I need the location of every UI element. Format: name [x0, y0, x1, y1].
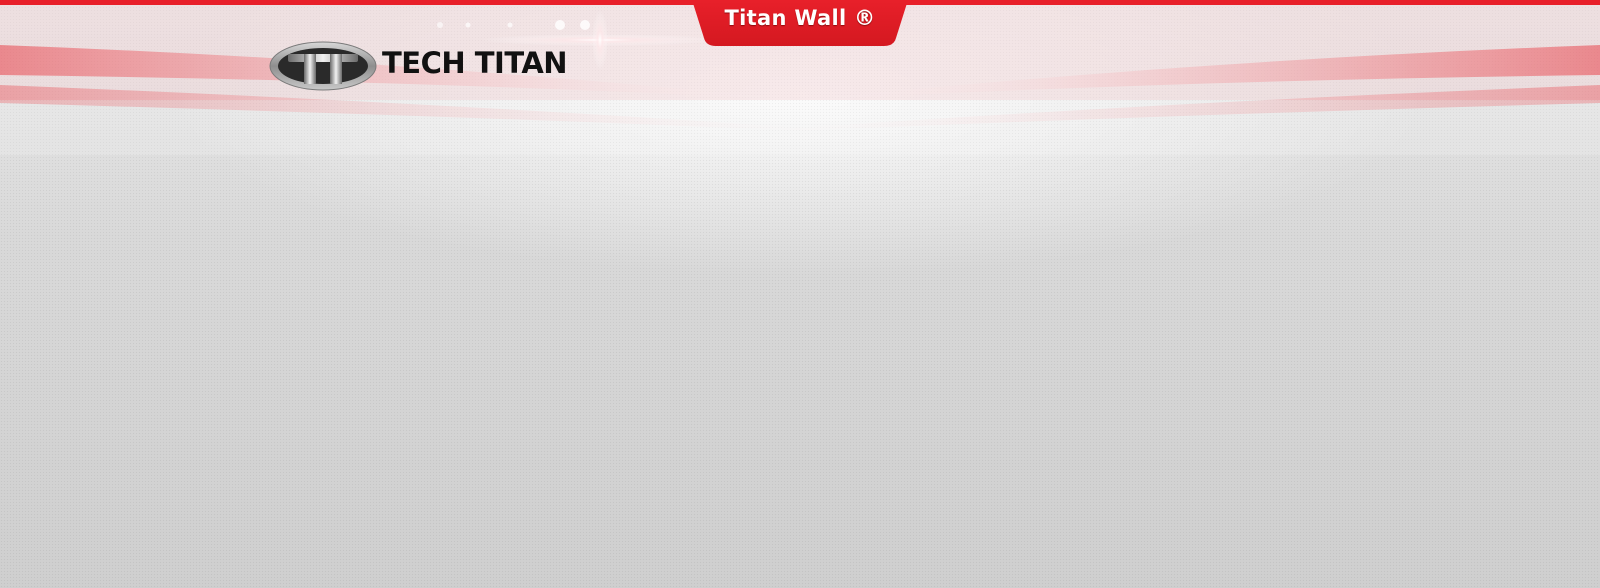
logo-text-titan: TITAN	[474, 46, 568, 80]
page: Titan Wall ® TECH TITAN	[0, 0, 1600, 588]
titan-t-emblem-icon	[268, 40, 378, 92]
tech-titan-wordmark: TECH TITAN	[382, 46, 568, 80]
titan-wall-tab-label: Titan Wall ®	[724, 6, 876, 30]
logo-text-tech: TECH	[382, 46, 466, 80]
tech-titan-logo[interactable]: TECH TITAN	[268, 40, 573, 92]
titan-wall-tab[interactable]: Titan Wall ®	[692, 0, 908, 46]
